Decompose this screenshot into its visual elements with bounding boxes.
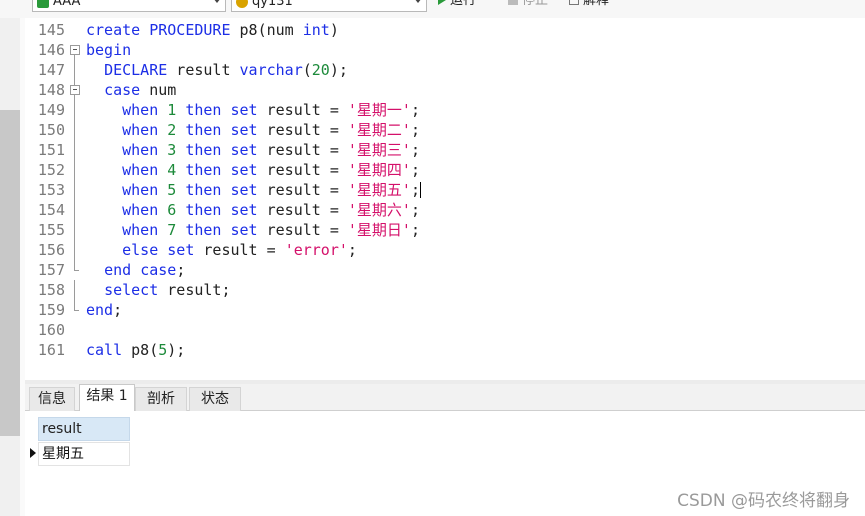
code-line[interactable]: 154 when 6 then set result = '星期六';	[25, 200, 865, 220]
code-line[interactable]: 155 when 7 then set result = '星期日';	[25, 220, 865, 240]
connection-select-value: AAA	[53, 0, 81, 9]
explain-icon	[569, 0, 579, 5]
database-select[interactable]: qy131	[231, 0, 427, 12]
run-button[interactable]: 运行	[438, 0, 476, 10]
column-header-result[interactable]: result	[38, 417, 130, 441]
code-text: else set result = 'error';	[122, 241, 357, 259]
connection-icon	[37, 0, 49, 8]
code-text: case num	[104, 81, 177, 99]
code-line[interactable]: 149 when 1 then set result = '星期一';	[25, 100, 865, 120]
fold-guide	[69, 200, 81, 220]
code-text: when 2 then set result = '星期二';	[122, 121, 420, 139]
chevron-down-icon	[213, 0, 221, 3]
stop-icon	[508, 0, 518, 5]
database-select-value: qy131	[252, 0, 293, 9]
code-line[interactable]: 159 end;	[25, 300, 865, 320]
database-icon	[236, 0, 248, 8]
tab-status[interactable]: 状态	[189, 387, 241, 411]
watermark: CSDN @码农终将翻身	[677, 491, 850, 511]
line-number: 154	[37, 201, 65, 219]
tab-profile[interactable]: 剖析	[135, 387, 187, 411]
tab-result-1[interactable]: 结果 1	[79, 384, 135, 411]
fold-guide	[69, 120, 81, 140]
code-text: end;	[86, 301, 123, 319]
code-text: when 7 then set result = '星期日';	[122, 221, 420, 239]
code-text: DECLARE result varchar(20);	[104, 61, 348, 79]
line-number: 148	[37, 81, 65, 99]
line-number: 152	[37, 161, 65, 179]
code-line[interactable]: 160	[25, 320, 865, 340]
code-text: begin	[86, 41, 132, 59]
run-label: 运行	[450, 0, 477, 8]
fold-guide	[69, 240, 81, 260]
stop-button[interactable]: 停止	[508, 0, 548, 10]
fold-end-guide	[69, 300, 81, 320]
chevron-down-icon	[414, 0, 422, 3]
code-line[interactable]: 151 when 3 then set result = '星期三';	[25, 140, 865, 160]
line-number: 150	[37, 121, 65, 139]
code-line[interactable]: 157 end case;	[25, 260, 865, 280]
fold-guide	[69, 140, 81, 160]
fold-gutter	[69, 340, 81, 360]
line-number: 161	[37, 341, 65, 359]
line-number: 151	[37, 141, 65, 159]
stop-label: 停止	[522, 0, 549, 8]
code-text: end case;	[104, 261, 186, 279]
line-number: 146	[37, 41, 65, 59]
explain-button[interactable]: 解释	[569, 0, 609, 10]
connection-select[interactable]: AAA	[32, 0, 226, 12]
code-text: when 1 then set result = '星期一';	[122, 101, 420, 119]
line-number: 155	[37, 221, 65, 239]
left-scrollbar-thumb[interactable]	[0, 110, 20, 436]
fold-guide	[69, 280, 81, 300]
fold-collapse-icon[interactable]	[69, 80, 81, 100]
line-number: 160	[37, 321, 65, 339]
fold-guide	[69, 100, 81, 120]
fold-end-guide	[69, 260, 81, 280]
code-line[interactable]: 161 call p8(5);	[25, 340, 865, 360]
current-row-indicator-icon	[30, 448, 36, 458]
line-number: 157	[37, 261, 65, 279]
code-text: select result;	[104, 281, 231, 299]
code-line[interactable]: 153 when 5 then set result = '星期五';	[25, 180, 865, 200]
code-text: when 4 then set result = '星期四';	[122, 161, 420, 179]
play-icon	[438, 0, 446, 5]
code-text: create PROCEDURE p8(num int)	[86, 21, 339, 39]
line-number: 153	[37, 181, 65, 199]
fold-gutter	[69, 20, 81, 40]
explain-label: 解释	[583, 0, 610, 8]
code-line[interactable]: 145 create PROCEDURE p8(num int)	[25, 20, 865, 40]
line-number: 147	[37, 61, 65, 79]
code-line[interactable]: 152 when 4 then set result = '星期四';	[25, 160, 865, 180]
line-number: 149	[37, 101, 65, 119]
code-line[interactable]: 146 begin	[25, 40, 865, 60]
fold-guide	[69, 180, 81, 200]
result-tabbar: 信息 结果 1 剖析 状态	[25, 384, 865, 411]
fold-guide	[69, 220, 81, 240]
line-number: 158	[37, 281, 65, 299]
sql-editor[interactable]: 145 create PROCEDURE p8(num int) 146 begin 1…	[25, 18, 865, 380]
code-line[interactable]: 150 when 2 then set result = '星期二';	[25, 120, 865, 140]
code-line[interactable]: 158 select result;	[25, 280, 865, 300]
code-text: call p8(5);	[86, 341, 186, 359]
toolbar: AAA qy131 运行 停止 解释	[0, 0, 865, 18]
fold-gutter	[69, 320, 81, 340]
line-number: 156	[37, 241, 65, 259]
tab-info[interactable]: 信息	[29, 387, 75, 411]
code-line[interactable]: 147 DECLARE result varchar(20);	[25, 60, 865, 80]
line-number: 145	[37, 21, 65, 39]
result-cell[interactable]: 星期五	[38, 442, 130, 466]
code-text: when 6 then set result = '星期六';	[122, 201, 420, 219]
code-text: when 3 then set result = '星期三';	[122, 141, 420, 159]
code-line[interactable]: 156 else set result = 'error';	[25, 240, 865, 260]
line-number: 159	[37, 301, 65, 319]
code-line[interactable]: 148 case num	[25, 80, 865, 100]
fold-guide	[69, 160, 81, 180]
fold-collapse-icon[interactable]	[69, 40, 81, 60]
fold-guide	[69, 60, 81, 80]
code-text: when 5 then set result = '星期五';	[122, 181, 421, 199]
